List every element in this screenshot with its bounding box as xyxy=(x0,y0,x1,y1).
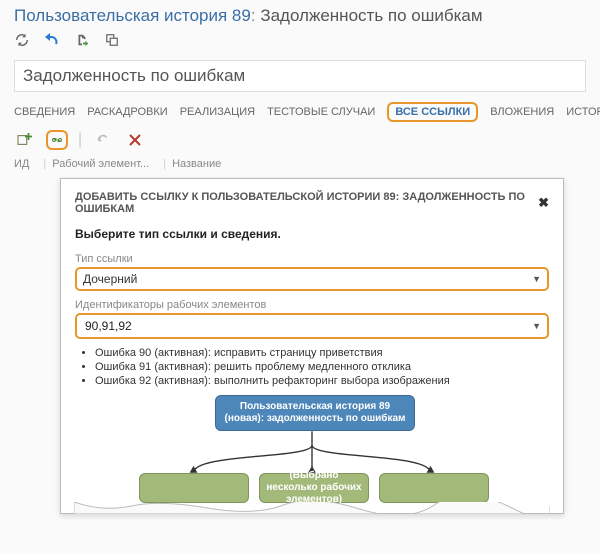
tab-implementation[interactable]: РЕАЛИЗАЦИЯ xyxy=(180,106,255,118)
new-link-button[interactable] xyxy=(14,130,36,150)
dialog-subtitle: Выберите тип ссылки и сведения. xyxy=(75,223,549,249)
resolved-items-list: Ошибка 90 (активная): исправить страницу… xyxy=(95,347,549,387)
ids-combo[interactable]: ▼ xyxy=(75,313,549,339)
diagram-child-node xyxy=(139,473,249,503)
dialog-title-bar: ДОБАВИТЬ ССЫЛКУ К ПОЛЬЗОВАТЕЛЬСКОЙ ИСТОР… xyxy=(75,187,549,223)
chevron-down-icon: ▼ xyxy=(532,274,541,284)
dialog-title-text: ДОБАВИТЬ ССЫЛКУ К ПОЛЬЗОВАТЕЛЬСКОЙ ИСТОР… xyxy=(75,191,538,215)
title-text: Задолженность по ошибкам xyxy=(260,6,482,25)
link-type-value: Дочерний xyxy=(83,272,137,286)
header-toolbar xyxy=(14,32,586,48)
tab-storyboards[interactable]: РАСКАДРОВКИ xyxy=(87,106,168,118)
list-item: Ошибка 91 (активная): решить проблему ме… xyxy=(95,361,549,373)
copy-icon[interactable] xyxy=(104,32,120,48)
col-name[interactable]: Название xyxy=(172,158,229,170)
link-existing-button[interactable] xyxy=(46,130,68,150)
title-input[interactable]: Задолженность по ошибкам xyxy=(14,60,586,92)
diagram-child-selected: (Выбрано несколько рабочих элементов) xyxy=(259,473,369,503)
link-icon[interactable] xyxy=(74,32,90,48)
open-button[interactable] xyxy=(92,130,114,150)
work-item-link[interactable]: Пользовательская история 89 xyxy=(14,6,251,25)
add-link-dialog: ДОБАВИТЬ ССЫЛКУ К ПОЛЬЗОВАТЕЛЬСКОЙ ИСТОР… xyxy=(60,178,564,514)
col-id[interactable]: ИД xyxy=(14,158,37,170)
torn-edge xyxy=(74,502,550,514)
tab-attachments[interactable]: ВЛОЖЕНИЯ xyxy=(490,106,554,118)
col-workitem[interactable]: Рабочий элемент... xyxy=(52,158,157,170)
delete-button[interactable] xyxy=(124,130,146,150)
link-type-combo[interactable]: Дочерний ▼ xyxy=(75,267,549,291)
diagram-parent-node: Пользовательская история 89 (новая): зад… xyxy=(215,395,415,431)
title-sep: : xyxy=(251,6,256,25)
tabs: СВЕДЕНИЯ РАСКАДРОВКИ РЕАЛИЗАЦИЯ ТЕСТОВЫЕ… xyxy=(0,98,600,128)
list-item: Ошибка 92 (активная): выполнить рефактор… xyxy=(95,375,549,387)
col-divider: | xyxy=(43,158,46,170)
undo-icon[interactable] xyxy=(44,32,60,48)
toolbar-divider: | xyxy=(78,131,82,149)
col-divider: | xyxy=(163,158,166,170)
list-item: Ошибка 90 (активная): исправить страницу… xyxy=(95,347,549,359)
tab-details[interactable]: СВЕДЕНИЯ xyxy=(14,106,75,118)
tab-history[interactable]: ИСТОРИЯ xyxy=(566,106,600,118)
title-input-value: Задолженность по ошибкам xyxy=(23,66,245,85)
close-icon[interactable]: ✖ xyxy=(538,195,549,211)
ids-label: Идентификаторы рабочих элементов xyxy=(75,299,549,311)
link-type-label: Тип ссылки xyxy=(75,253,549,265)
header: Пользовательская история 89: Задолженнос… xyxy=(0,0,600,50)
ids-input[interactable] xyxy=(83,318,532,334)
refresh-icon[interactable] xyxy=(14,32,30,48)
diagram-child-node xyxy=(379,473,489,503)
page-title: Пользовательская история 89: Задолженнос… xyxy=(14,6,586,26)
link-diagram: Пользовательская история 89 (новая): зад… xyxy=(75,395,549,513)
chevron-down-icon: ▼ xyxy=(532,321,541,331)
tab-testcases[interactable]: ТЕСТОВЫЕ СЛУЧАИ xyxy=(267,106,375,118)
links-toolbar: | xyxy=(0,128,600,154)
tab-alllinks[interactable]: ВСЕ ССЫЛКИ xyxy=(387,102,478,122)
list-header: ИД | Рабочий элемент... | Название xyxy=(0,154,600,178)
